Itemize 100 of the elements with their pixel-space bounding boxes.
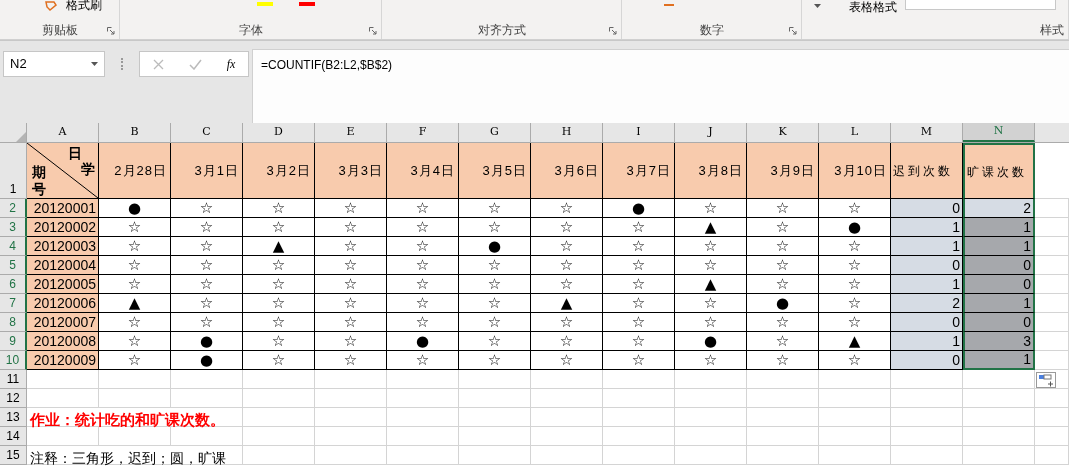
table-format-button[interactable]: 表格格式 — [849, 0, 897, 14]
attendance-mark: ☆ — [559, 351, 574, 369]
attendance-mark: ☆ — [559, 256, 574, 274]
attendance-mark: ☆ — [847, 256, 862, 274]
row-header[interactable]: 7 — [0, 294, 27, 313]
header-text: 学 — [81, 160, 95, 179]
attendance-mark: ☆ — [343, 294, 358, 312]
column-header[interactable]: L — [819, 123, 891, 142]
table-cell: 1 — [891, 332, 963, 351]
ribbon-group-label: 样式 — [1040, 22, 1064, 38]
name-box[interactable]: N2 — [3, 51, 105, 77]
attendance-mark: ☆ — [487, 256, 502, 274]
row-header[interactable]: 8 — [0, 313, 27, 332]
attendance-mark: ▲ — [560, 294, 573, 312]
attendance-mark: ☆ — [271, 313, 286, 331]
attendance-mark: ☆ — [415, 256, 430, 274]
column-header[interactable]: N — [963, 123, 1035, 142]
attendance-mark: ☆ — [703, 351, 718, 369]
header-text: 日 — [68, 144, 82, 162]
attendance-mark: ☆ — [631, 237, 646, 255]
column-header[interactable]: D — [243, 123, 315, 142]
column-header[interactable]: E — [315, 123, 387, 142]
attendance-mark: ☆ — [127, 332, 142, 350]
table-cell: 20120004 — [27, 256, 99, 275]
table-cell: 0 — [891, 351, 963, 370]
insert-function-button[interactable]: fx — [226, 55, 236, 73]
row-header[interactable]: 9 — [0, 332, 27, 351]
column-header[interactable]: J — [675, 123, 747, 142]
row-header[interactable]: 1 — [0, 143, 27, 199]
attendance-mark: ☆ — [415, 199, 430, 217]
attendance-mark: ☆ — [415, 218, 430, 236]
table-cell: 20120002 — [27, 218, 99, 237]
attendance-mark: ☆ — [775, 351, 790, 369]
assignment-note: 作业：统计吃的和旷课次数。 — [30, 411, 225, 428]
header-text: 号 — [32, 180, 46, 199]
column-header[interactable]: G — [459, 123, 531, 142]
date-header: 3月1日 — [194, 161, 239, 180]
formula-field[interactable]: =COUNTIF(B2:L2,$B$2) — [252, 49, 1069, 123]
legend-note: 注释：三角形，迟到；圆，旷课 — [30, 450, 226, 466]
column-header[interactable]: B — [99, 123, 171, 142]
row-header[interactable]: 4 — [0, 237, 27, 256]
row-header[interactable]: 3 — [0, 218, 27, 237]
column-header[interactable]: A — [27, 123, 99, 142]
attendance-mark: ▲ — [704, 275, 717, 293]
column-header[interactable]: C — [171, 123, 243, 142]
table-cell: 3 — [963, 332, 1035, 351]
attendance-mark: ☆ — [199, 199, 214, 217]
ribbon-group-label: 剪贴板 — [41, 22, 78, 38]
date-header: 3月5日 — [482, 161, 527, 180]
table-cell: 0 — [963, 256, 1035, 275]
table-cell: 0 — [963, 313, 1035, 332]
attendance-mark: ☆ — [343, 275, 358, 293]
attendance-mark: ☆ — [703, 313, 718, 331]
column-header[interactable]: K — [747, 123, 819, 142]
row-header[interactable]: 15 — [0, 446, 27, 465]
attendance-mark: ☆ — [775, 237, 790, 255]
date-header: 3月6日 — [554, 161, 599, 180]
column-header[interactable]: I — [603, 123, 675, 142]
column-header[interactable]: H — [531, 123, 603, 142]
attendance-mark: ☆ — [703, 294, 718, 312]
attendance-mark: ☆ — [775, 275, 790, 293]
attendance-mark: ☆ — [415, 313, 430, 331]
attendance-mark: ● — [703, 332, 718, 350]
attendance-mark: ☆ — [343, 237, 358, 255]
attendance-mark: ☆ — [343, 256, 358, 274]
row-header[interactable]: 5 — [0, 256, 27, 275]
table-cell: 0 — [891, 313, 963, 332]
column-header[interactable]: F — [387, 123, 459, 142]
attendance-mark: ☆ — [199, 256, 214, 274]
row-header[interactable]: 14 — [0, 427, 27, 446]
attendance-mark: ☆ — [199, 237, 214, 255]
attendance-mark: ☆ — [631, 275, 646, 293]
attendance-mark: ☆ — [487, 218, 502, 236]
attendance-mark: ☆ — [487, 294, 502, 312]
attendance-mark: ☆ — [559, 237, 574, 255]
table-cell: 1 — [963, 351, 1035, 370]
row-header[interactable]: 6 — [0, 275, 27, 294]
attendance-mark: ▲ — [272, 237, 285, 255]
attendance-mark: ☆ — [559, 199, 574, 217]
header-text: 迟到次数 — [893, 162, 953, 180]
attendance-mark: ☆ — [847, 351, 862, 369]
attendance-mark: ● — [415, 332, 430, 350]
attendance-mark: ☆ — [271, 256, 286, 274]
attendance-mark: ☆ — [775, 199, 790, 217]
format-painter-button[interactable]: 格式刷 — [66, 0, 102, 12]
row-header[interactable]: 12 — [0, 389, 27, 408]
table-cell: 20120007 — [27, 313, 99, 332]
attendance-mark: ☆ — [415, 351, 430, 369]
row-header[interactable]: 10 — [0, 351, 27, 370]
row-header[interactable]: 13 — [0, 408, 27, 427]
attendance-mark: ☆ — [271, 275, 286, 293]
attendance-mark: ☆ — [199, 294, 214, 312]
attendance-mark: ☆ — [775, 256, 790, 274]
row-header[interactable]: 2 — [0, 199, 27, 218]
attendance-mark: ☆ — [127, 275, 142, 293]
row-header[interactable]: 11 — [0, 370, 27, 389]
date-header: 3月8日 — [698, 161, 743, 180]
ribbon-group-label: 数字 — [699, 22, 724, 38]
table-cell: 0 — [963, 275, 1035, 294]
cell-reference: N2 — [10, 55, 27, 74]
